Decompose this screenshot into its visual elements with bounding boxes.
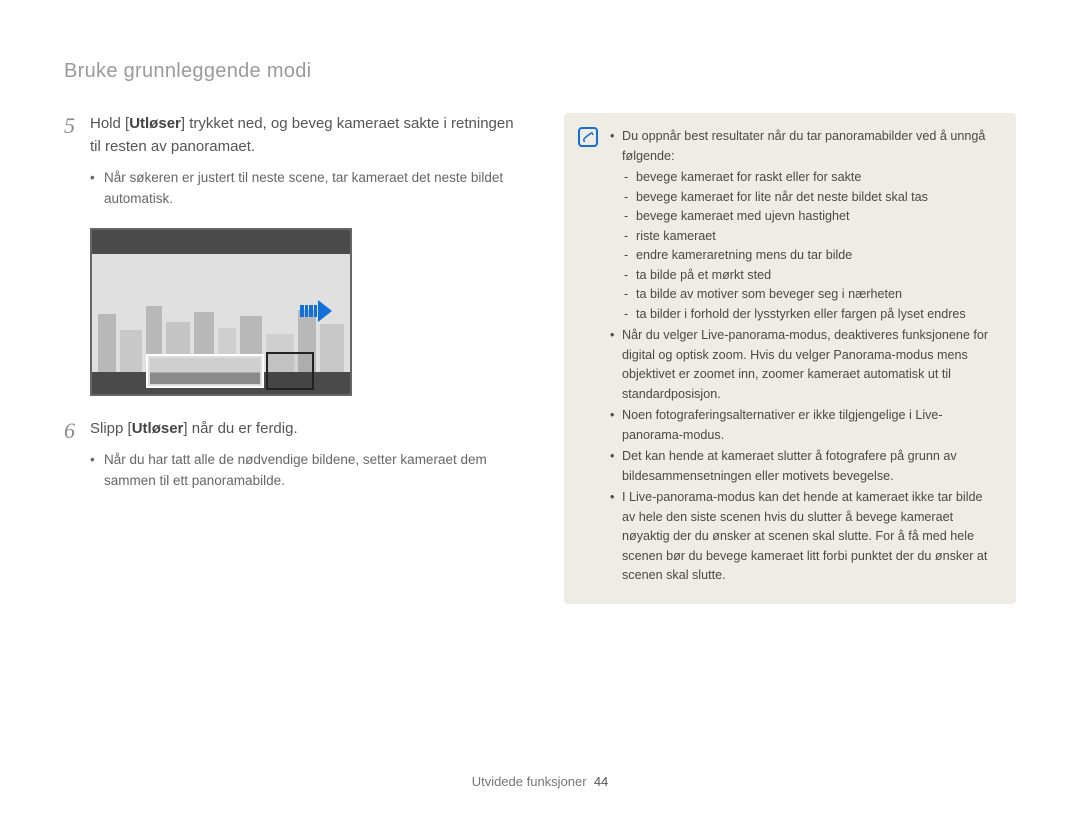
section-heading: Bruke grunnleggende modi (64, 60, 1016, 83)
bold-label: Utløser (129, 115, 181, 132)
page-number: 44 (594, 774, 608, 789)
note-dash-item: riste kameraet (622, 227, 998, 247)
step-number: 5 (64, 113, 90, 210)
note-bullet: Du oppnår best resultater når du tar pan… (610, 127, 998, 324)
note-dash-item: bevege kameraet med ujevn hastighet (622, 207, 998, 227)
text: Hold [ (90, 115, 129, 132)
right-column: Du oppnår best resultater når du tar pan… (564, 113, 1016, 604)
text: ] når du er ferdig. (183, 420, 297, 437)
bullet-item: Når du har tatt alle de nødvendige bilde… (90, 450, 524, 492)
text: Slipp [ (90, 420, 132, 437)
note-bullet: Noen fotograferingsalternativer er ikke … (610, 406, 998, 445)
note-dash-item: endre kameraretning mens du tar bilde (622, 246, 998, 266)
footer-label: Utvidede funksjoner (472, 774, 587, 789)
step-title: Slipp [Utløser] når du er ferdig. (90, 418, 524, 441)
note-dash-item: ta bilder i forhold der lysstyrken eller… (622, 305, 998, 325)
note-bullet: Når du velger Live-panorama-modus, deakt… (610, 326, 998, 404)
note-box: Du oppnår best resultater når du tar pan… (564, 113, 1016, 604)
capture-frame (266, 352, 314, 390)
bullet-item: Når søkeren er justert til neste scene, … (90, 168, 524, 210)
arrow-right-icon (300, 300, 334, 322)
step-number: 6 (64, 418, 90, 492)
step-title: Hold [Utløser] trykket ned, og beveg kam… (90, 113, 524, 158)
note-dash-item: bevege kameraet for lite når det neste b… (622, 188, 998, 208)
panorama-illustration (90, 228, 352, 396)
footer: Utvidede funksjoner 44 (0, 774, 1080, 789)
panorama-thumbnail (146, 354, 264, 388)
step-6: 6 Slipp [Utløser] når du er ferdig. Når … (64, 418, 524, 492)
note-icon (578, 127, 598, 147)
step-5: 5 Hold [Utløser] trykket ned, og beveg k… (64, 113, 524, 210)
note-dash-item: bevege kameraet for raskt eller for sakt… (622, 168, 998, 188)
left-column: 5 Hold [Utløser] trykket ned, og beveg k… (64, 113, 524, 604)
note-bullet: Det kan hende at kameraet slutter å foto… (610, 447, 998, 486)
text: Du oppnår best resultater når du tar pan… (622, 129, 985, 163)
note-bullet: I Live-panorama-modus kan det hende at k… (610, 488, 998, 586)
note-dash-item: ta bilde på et mørkt sted (622, 266, 998, 286)
bold-label: Utløser (132, 420, 184, 437)
note-dash-item: ta bilde av motiver som beveger seg i næ… (622, 285, 998, 305)
